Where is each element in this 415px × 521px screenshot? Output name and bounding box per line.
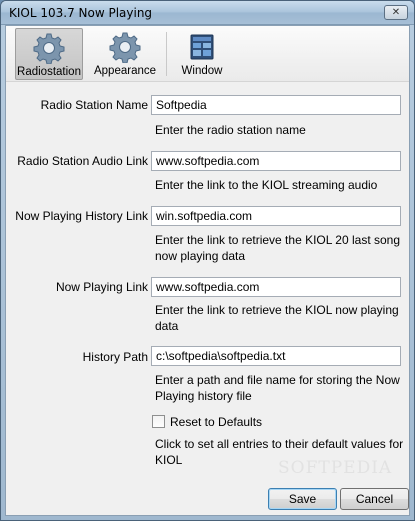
tab-window[interactable]: Window	[172, 28, 232, 80]
audio-link-hint: Enter the link to the KIOL streaming aud…	[155, 178, 378, 192]
title-bar[interactable]: KIOL 103.7 Now Playing ✕	[1, 1, 414, 25]
history-link-label: Now Playing History Link	[15, 209, 148, 223]
tab-label: Appearance	[93, 65, 157, 77]
history-path-label: History Path	[82, 350, 148, 364]
now-playing-link-label: Now Playing Link	[55, 280, 148, 294]
history-path-field[interactable]	[151, 346, 401, 366]
app-window: KIOL 103.7 Now Playing ✕ Radiostation Ap…	[0, 0, 415, 521]
cancel-button[interactable]: Cancel	[340, 488, 409, 510]
radio-station-name-hint: Enter the radio station name	[155, 123, 306, 137]
window-icon	[190, 34, 214, 60]
toolbar: Radiostation Appearance Window	[6, 26, 409, 82]
history-link-hint: Enter the link to retrieve the KIOL 20 l…	[155, 233, 401, 263]
tab-radiostation[interactable]: Radiostation	[15, 28, 83, 80]
tab-appearance[interactable]: Appearance	[90, 28, 160, 80]
tab-label: Radiostation	[17, 66, 81, 78]
reset-checkbox[interactable]	[152, 415, 165, 428]
gear-icon	[33, 33, 65, 64]
close-button[interactable]: ✕	[384, 5, 408, 20]
client-area: Radiostation Appearance Window Radio Sta…	[5, 25, 410, 516]
now-playing-link-field[interactable]	[151, 277, 401, 297]
save-button[interactable]: Save	[268, 488, 337, 510]
window-title: KIOL 103.7 Now Playing	[9, 6, 153, 20]
history-link-field[interactable]	[151, 206, 401, 226]
tab-label: Window	[181, 65, 223, 77]
gear-icon	[109, 32, 141, 63]
toolbar-separator	[166, 32, 167, 76]
now-playing-link-hint: Enter the link to retrieve the KIOL now …	[155, 303, 399, 333]
audio-link-field[interactable]	[151, 151, 401, 171]
radio-station-name-field[interactable]	[151, 95, 401, 115]
watermark: SOFTPEDIA	[278, 458, 393, 478]
reset-label[interactable]: Reset to Defaults	[170, 415, 262, 429]
audio-link-label: Radio Station Audio Link	[17, 154, 148, 168]
history-path-hint: Enter a path and file name for storing t…	[155, 373, 400, 403]
radio-station-name-label: Radio Station Name	[40, 98, 148, 112]
